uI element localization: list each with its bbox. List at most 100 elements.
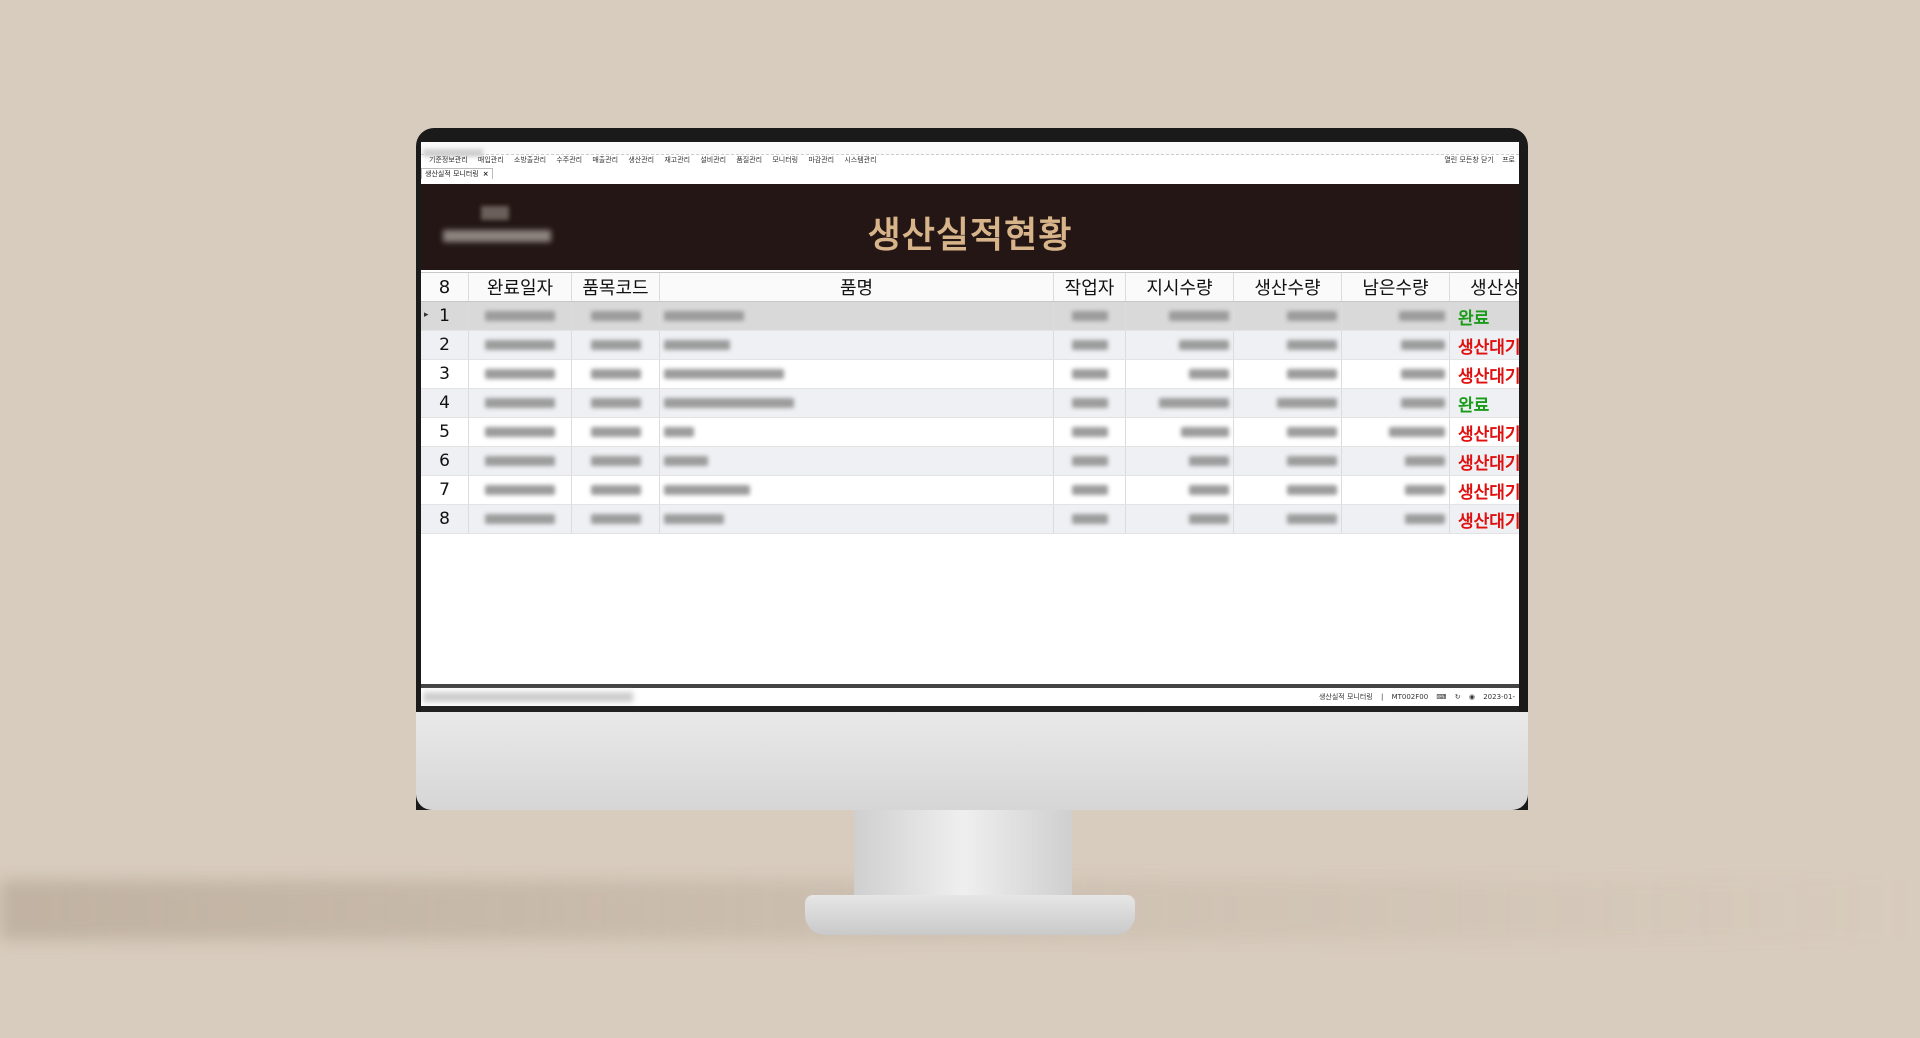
- cell-complete-date: [469, 447, 572, 475]
- cell-item-code: [572, 302, 660, 330]
- cell-item-code: [572, 476, 660, 504]
- cell-complete-date: [469, 331, 572, 359]
- table-row[interactable]: 6 생산대기: [421, 447, 1519, 476]
- tab-production-monitoring[interactable]: 생산실적 모니터링 ×: [421, 168, 493, 179]
- page-title: 생산실적현황: [867, 215, 1073, 256]
- production-grid: 8 완료일자 품목코드 품명 작업자 지시수량 생산수량 남은수량 생산상 ▸ 1…: [421, 272, 1519, 534]
- cell-order-qty: [1126, 360, 1234, 388]
- row-number: 8: [421, 505, 469, 533]
- menu-item-equipment[interactable]: 설비관리: [700, 155, 726, 165]
- grid-header: 8 완료일자 품목코드 품명 작업자 지시수량 생산수량 남은수량 생산상: [421, 272, 1519, 302]
- cell-item-name: [660, 476, 1054, 504]
- cell-item-name: [660, 360, 1054, 388]
- menu-item-closing[interactable]: 마감관리: [808, 155, 834, 165]
- cell-produced-qty: [1234, 418, 1342, 446]
- column-header-order-qty[interactable]: 지시수량: [1126, 273, 1234, 301]
- cell-complete-date: [469, 505, 572, 533]
- cell-complete-date: [469, 389, 572, 417]
- column-header-status[interactable]: 생산상: [1450, 273, 1519, 301]
- table-row[interactable]: 3 생산대기: [421, 360, 1519, 389]
- status-browser-icon[interactable]: ◉: [1469, 693, 1475, 701]
- tab-label: 생산실적 모니터링: [425, 170, 479, 178]
- row-number: 6: [421, 447, 469, 475]
- cell-order-qty: [1126, 331, 1234, 359]
- screen-bottom-bezel: [421, 706, 1519, 712]
- table-row[interactable]: ▸ 1 완료: [421, 302, 1519, 331]
- menu-item-production[interactable]: 생산관리: [628, 155, 654, 165]
- menu-item-inventory[interactable]: 재고관리: [664, 155, 690, 165]
- grid-row-count: 8: [421, 273, 469, 301]
- cell-remaining-qty: [1342, 505, 1450, 533]
- row-number-text: 6: [439, 451, 450, 471]
- status-bar-right: 생산실적 모니터링 | MT002F00 ⌨ ↻ ◉ 2023-01-: [1313, 692, 1515, 702]
- cell-item-code: [572, 360, 660, 388]
- status-date: 2023-01-: [1483, 693, 1515, 701]
- profile-link[interactable]: 프로: [1502, 156, 1515, 164]
- column-header-remaining-qty[interactable]: 남은수량: [1342, 273, 1450, 301]
- table-row[interactable]: 7 생산대기: [421, 476, 1519, 505]
- row-number-text: 4: [439, 393, 450, 413]
- menu-item-shipment[interactable]: 소방출관리: [514, 155, 546, 165]
- cell-status: 완료: [1450, 302, 1519, 330]
- cell-status: 생산대기: [1450, 505, 1519, 533]
- cell-remaining-qty: [1342, 476, 1450, 504]
- table-row[interactable]: 4 완료: [421, 389, 1519, 418]
- table-row[interactable]: 5 생산대기: [421, 418, 1519, 447]
- cell-remaining-qty: [1342, 418, 1450, 446]
- menu-item-monitoring[interactable]: 모니터링: [772, 155, 798, 165]
- table-row[interactable]: 2 생산대기: [421, 331, 1519, 360]
- cell-item-name: [660, 389, 1054, 417]
- cell-produced-qty: [1234, 331, 1342, 359]
- close-all-windows-link[interactable]: 열린 모든창 닫기: [1444, 156, 1494, 164]
- cell-remaining-qty: [1342, 360, 1450, 388]
- row-number-text: 7: [439, 480, 450, 500]
- menu-item-system[interactable]: 시스템관리: [844, 155, 876, 165]
- menu-item-purchase[interactable]: 매입관리: [478, 155, 504, 165]
- tab-close-icon[interactable]: ×: [483, 170, 489, 178]
- menu-item-basic-info[interactable]: 기준정보관리: [429, 155, 468, 165]
- cell-item-code: [572, 331, 660, 359]
- cell-item-name: [660, 302, 1054, 330]
- column-header-produced-qty[interactable]: 생산수량: [1234, 273, 1342, 301]
- row-number: 4: [421, 389, 469, 417]
- column-header-item-code[interactable]: 품목코드: [572, 273, 660, 301]
- app-window: 기준정보관리 매입관리 소방출관리 수주관리 매출관리 생산관리 재고관리 설비…: [421, 142, 1519, 712]
- cell-item-name: [660, 447, 1054, 475]
- menu-item-quality[interactable]: 품질관리: [736, 155, 762, 165]
- cell-produced-qty: [1234, 505, 1342, 533]
- row-number: 3: [421, 360, 469, 388]
- cell-produced-qty: [1234, 476, 1342, 504]
- page-banner: 생산실적현황: [421, 184, 1519, 270]
- cell-item-code: [572, 447, 660, 475]
- cell-item-code: [572, 505, 660, 533]
- status-bar-blurred-info: [423, 692, 633, 702]
- cell-worker: [1054, 331, 1126, 359]
- grid-body: ▸ 1 완료 2 생산대기 3 생산대기 4 완료 5 생산대기 6 생산대기 7 생산대기 8 생산대기: [421, 302, 1519, 534]
- column-header-complete-date[interactable]: 완료일자: [469, 273, 572, 301]
- cell-item-code: [572, 389, 660, 417]
- row-number-text: 2: [439, 335, 450, 355]
- cell-status: 생산대기: [1450, 418, 1519, 446]
- monitor-stand-neck: [854, 810, 1072, 900]
- cell-order-qty: [1126, 505, 1234, 533]
- cell-order-qty: [1126, 302, 1234, 330]
- cell-remaining-qty: [1342, 389, 1450, 417]
- cell-remaining-qty: [1342, 302, 1450, 330]
- tab-bar: 생산실적 모니터링 ×: [421, 168, 493, 180]
- cell-produced-qty: [1234, 389, 1342, 417]
- menu-item-sales[interactable]: 매출관리: [592, 155, 618, 165]
- status-screen-code: MT002F00: [1391, 693, 1429, 701]
- current-row-indicator-icon: ▸: [424, 310, 429, 320]
- monitor-stand-base: [805, 895, 1135, 935]
- row-number: ▸ 1: [421, 302, 469, 330]
- column-header-worker[interactable]: 작업자: [1054, 273, 1126, 301]
- status-refresh-icon[interactable]: ↻: [1455, 693, 1461, 701]
- cell-worker: [1054, 447, 1126, 475]
- table-row[interactable]: 8 생산대기: [421, 505, 1519, 534]
- row-number: 5: [421, 418, 469, 446]
- column-header-item-name[interactable]: 품명: [660, 273, 1054, 301]
- cell-order-qty: [1126, 447, 1234, 475]
- menu-item-orders[interactable]: 수주관리: [556, 155, 582, 165]
- app-title-strip: [421, 142, 1519, 157]
- cell-item-code: [572, 418, 660, 446]
